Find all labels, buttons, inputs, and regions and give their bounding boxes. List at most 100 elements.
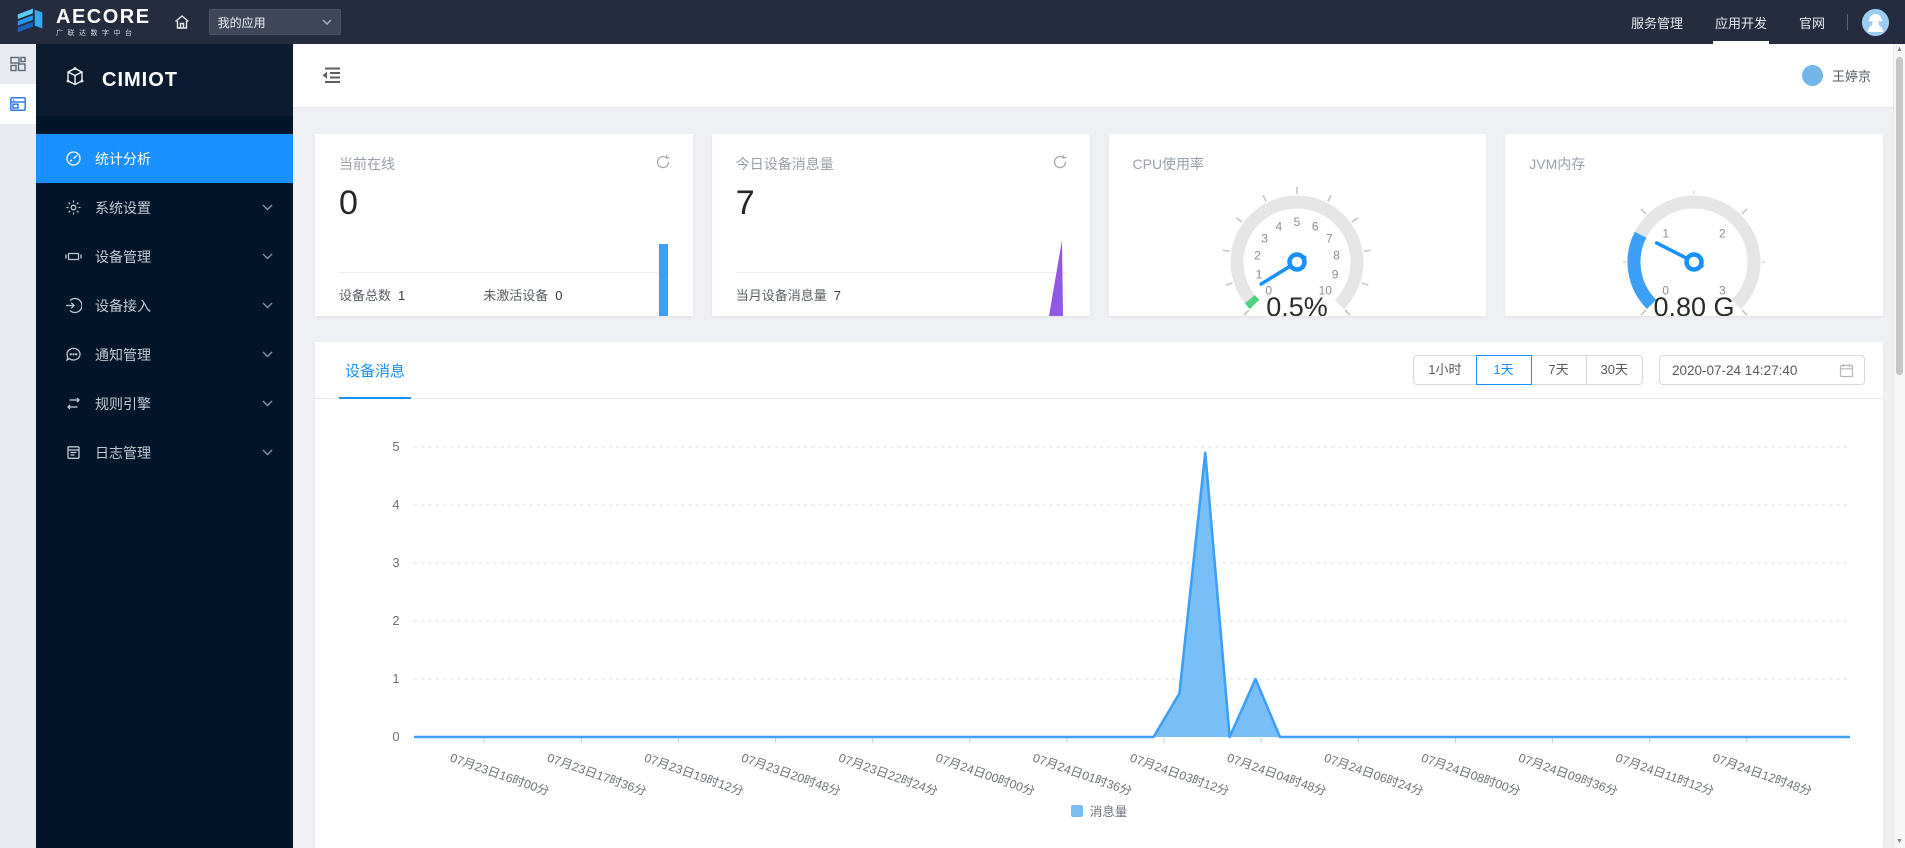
aecore-logo[interactable]: AECORE 广联达数字中台 — [14, 3, 151, 42]
svg-text:07月23日17时36分: 07月23日17时36分 — [545, 751, 648, 799]
card-title: 今日设备消息量 — [735, 156, 834, 172]
svg-text:07月23日19时12分: 07月23日19时12分 — [642, 751, 745, 799]
sidebar-item-label: 规则引擎 — [95, 395, 151, 412]
access-icon — [65, 297, 82, 314]
message-icon — [65, 346, 82, 363]
chevron-down-icon — [262, 302, 273, 309]
card-cpu-usage: CPU使用率 0 1 2 3 4 5 6 7 8 9 10 0.5% — [1108, 134, 1487, 316]
svg-text:07月24日03时12分: 07月24日03时12分 — [1128, 751, 1231, 799]
device-messages-panel: 设备消息 1小时 1天 7天 30天 2020-07-24 14:27:40 0… — [315, 342, 1883, 848]
sidebar-item-log-management[interactable]: 日志管理 — [36, 428, 293, 477]
svg-text:07月23日20时48分: 07月23日20时48分 — [739, 751, 842, 799]
sidebar-item-label: 设备管理 — [95, 248, 151, 265]
svg-text:07月24日09时36分: 07月24日09时36分 — [1516, 751, 1619, 799]
range-button-1天[interactable]: 1天 — [1475, 355, 1532, 385]
svg-text:8: 8 — [1334, 249, 1341, 263]
svg-text:0.5%: 0.5% — [1267, 292, 1329, 316]
chevron-down-icon — [262, 400, 273, 407]
sidebar-item-rule-engine[interactable]: 规则引擎 — [36, 379, 293, 428]
svg-text:0: 0 — [392, 730, 399, 744]
card-today-messages: 今日设备消息量 7 当月设备消息量 7 — [711, 134, 1090, 316]
sidebar-item-label: 通知管理 — [95, 346, 151, 363]
sidebar-item-label: 设备接入 — [95, 297, 151, 314]
svg-text:3: 3 — [1262, 231, 1269, 245]
svg-text:07月24日12时48分: 07月24日12时48分 — [1711, 751, 1814, 799]
scroll-thumb[interactable] — [1896, 57, 1903, 375]
legend-label: 消息量 — [1089, 805, 1128, 819]
sidebar-item-label: 日志管理 — [95, 444, 151, 461]
topbar-links: 服务管理 应用开发 官网 — [1615, 0, 1841, 44]
topbar-link-1[interactable]: 应用开发 — [1699, 0, 1783, 44]
menu-fold-icon[interactable] — [321, 66, 342, 85]
card-title: 当前在线 — [339, 156, 395, 172]
svg-text:6: 6 — [1312, 219, 1319, 233]
vertical-scrollbar[interactable]: ▲ ▼ — [1893, 44, 1905, 848]
svg-text:5: 5 — [1294, 215, 1301, 229]
svg-text:3: 3 — [392, 556, 399, 570]
cimiot-logo-text: CIMIOT — [102, 68, 178, 91]
svg-text:07月24日04时48分: 07月24日04时48分 — [1225, 751, 1328, 799]
cimiot-logo[interactable]: CIMIOT — [36, 44, 293, 116]
svg-text:2: 2 — [1255, 249, 1262, 263]
card-footer: 当月设备消息量 7 — [735, 288, 841, 303]
content: 当前在线 0 设备总数 1 未激活设备 0 今日设备消息量 7 当月设备消息量 … — [293, 108, 1905, 848]
gear-icon — [65, 199, 82, 216]
app-select-value: 我的应用 — [217, 15, 266, 30]
topbar: AECORE 广联达数字中台 我的应用 服务管理 应用开发 官网 — [0, 0, 1905, 44]
topbar-link-2[interactable]: 官网 — [1783, 0, 1841, 44]
user-helmet-avatar[interactable] — [1862, 8, 1889, 36]
sidebar-item-device-access[interactable]: 设备接入 — [36, 281, 293, 330]
sidebar-menu: 统计分析 系统设置设备管理设备接入通知管理规则引擎日志管理 — [36, 134, 293, 477]
sidebar: CIMIOT 统计分析 系统设置设备管理设备接入通知管理规则引擎日志管理 — [36, 44, 293, 848]
svg-text:2: 2 — [1719, 227, 1726, 241]
range-buttons: 1小时 1天 7天 30天 — [1413, 355, 1643, 385]
topbar-divider — [1847, 14, 1848, 30]
cube-wireframe-icon — [60, 62, 90, 98]
home-icon[interactable] — [173, 13, 191, 31]
card-footer: 设备总数 1 未激活设备 0 — [339, 288, 563, 303]
svg-text:4: 4 — [392, 498, 399, 512]
app-select-dropdown[interactable]: 我的应用 — [208, 9, 341, 35]
main-header: 王婷京 — [293, 44, 1905, 108]
device-icon — [65, 248, 82, 265]
sidebar-item-system-settings[interactable]: 系统设置 — [36, 183, 293, 232]
sidebar-item-statistics[interactable]: 统计分析 — [36, 134, 293, 183]
svg-text:1: 1 — [392, 672, 399, 686]
chevron-down-icon — [322, 19, 332, 25]
refresh-icon[interactable] — [1052, 154, 1068, 175]
rail-item-current-app[interactable] — [0, 84, 36, 124]
svg-text:07月24日06时24分: 07月24日06时24分 — [1322, 751, 1425, 799]
sidebar-item-device-management[interactable]: 设备管理 — [36, 232, 293, 281]
chart-legend[interactable]: 消息量 — [315, 801, 1883, 820]
topbar-link-0[interactable]: 服务管理 — [1615, 0, 1699, 44]
card-jvm-memory: JVM内存 0 1 2 3 0.80 G — [1505, 134, 1883, 316]
svg-text:0.80 G: 0.80 G — [1654, 292, 1735, 316]
spark-bar — [658, 244, 668, 316]
svg-text:07月24日08时00分: 07月24日08时00分 — [1419, 751, 1522, 799]
scroll-down-arrow[interactable]: ▼ — [1894, 836, 1905, 848]
range-button-30天[interactable]: 30天 — [1585, 355, 1643, 385]
user-menu[interactable]: 王婷京 — [1801, 65, 1871, 86]
refresh-icon[interactable] — [655, 154, 671, 175]
spark-triangle — [1048, 240, 1063, 316]
datetime-picker[interactable]: 2020-07-24 14:27:40 — [1659, 355, 1865, 385]
card-value: 0 — [339, 184, 358, 222]
rail-item-apps-overview[interactable] — [0, 44, 36, 84]
svg-text:2: 2 — [392, 614, 399, 628]
svg-text:7: 7 — [1326, 231, 1333, 245]
svg-text:07月24日11时12分: 07月24日11时12分 — [1614, 751, 1716, 798]
svg-text:1: 1 — [1662, 227, 1669, 241]
brand-subtitle: 广联达数字中台 — [56, 30, 137, 37]
scroll-up-arrow[interactable]: ▲ — [1894, 44, 1905, 56]
chevron-down-icon — [262, 449, 273, 456]
range-button-7天[interactable]: 7天 — [1530, 355, 1587, 385]
user-name: 王婷京 — [1831, 69, 1871, 84]
card-current-online: 当前在线 0 设备总数 1 未激活设备 0 — [315, 134, 693, 316]
area-chart: 0 1 2 3 4 5 07月23日16时00分 07月23日17时36分 07月23日19时1… — [315, 399, 1883, 799]
sidebar-item-notification-management[interactable]: 通知管理 — [36, 330, 293, 379]
svg-text:07月23日16时00分: 07月23日16时00分 — [448, 751, 551, 799]
tab-device-messages[interactable]: 设备消息 — [339, 342, 412, 399]
svg-text:4: 4 — [1276, 219, 1283, 233]
range-button-1小时[interactable]: 1小时 — [1413, 355, 1477, 385]
card-title: JVM内存 — [1529, 156, 1586, 172]
